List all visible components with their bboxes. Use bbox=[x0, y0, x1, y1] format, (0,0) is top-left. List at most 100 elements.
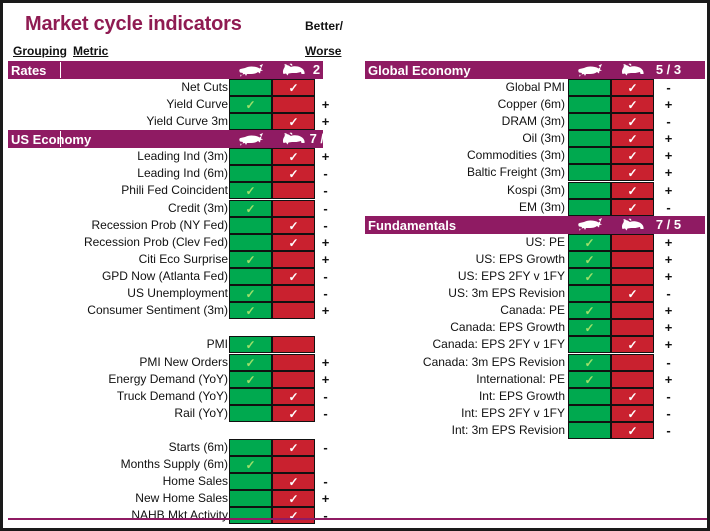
table-row[interactable]: PMI New Orders ✓ + bbox=[3, 354, 358, 371]
table-row[interactable]: Truck Demand (YoY) ✓ - bbox=[3, 388, 358, 405]
table-row[interactable]: Energy Demand (YoY) ✓ + bbox=[3, 371, 358, 388]
bull-cell[interactable] bbox=[229, 405, 272, 422]
bull-cell[interactable] bbox=[229, 439, 272, 456]
bull-cell[interactable] bbox=[568, 147, 611, 164]
delta-indicator: + bbox=[664, 269, 673, 284]
bull-cell[interactable] bbox=[568, 164, 611, 181]
bull-cell[interactable] bbox=[229, 79, 272, 96]
bull-cell[interactable] bbox=[229, 165, 272, 182]
table-row[interactable]: Yield Curve ✓ + bbox=[3, 96, 358, 113]
bull-cell[interactable] bbox=[568, 130, 611, 147]
bull-cell[interactable] bbox=[229, 268, 272, 285]
bear-cell[interactable]: ✓ bbox=[272, 79, 315, 96]
bull-cell[interactable]: ✓ bbox=[229, 354, 272, 371]
bull-cell[interactable] bbox=[568, 285, 611, 302]
bull-cell[interactable]: ✓ bbox=[568, 371, 611, 388]
metric-label: PMI bbox=[206, 337, 228, 351]
bear-cell[interactable] bbox=[272, 456, 315, 473]
table-row[interactable]: EM (3m) ✓ - bbox=[358, 199, 707, 216]
table-row[interactable]: Int: EPS 2FY v 1FY ✓ - bbox=[358, 405, 707, 422]
bull-cell[interactable]: ✓ bbox=[229, 336, 272, 353]
bull-cell[interactable] bbox=[229, 388, 272, 405]
bull-cell[interactable]: ✓ bbox=[229, 182, 272, 199]
table-row[interactable]: Global PMI ✓ - bbox=[358, 79, 707, 96]
bull-cell[interactable]: ✓ bbox=[568, 268, 611, 285]
bull-cell[interactable] bbox=[229, 113, 272, 130]
bull-cell[interactable]: ✓ bbox=[229, 456, 272, 473]
table-row[interactable]: NAHB Mkt Activity ✓ - bbox=[3, 507, 358, 524]
metric-label: New Home Sales bbox=[135, 491, 228, 505]
bull-cell[interactable] bbox=[568, 388, 611, 405]
bull-cell[interactable] bbox=[229, 490, 272, 507]
check-icon: ✓ bbox=[288, 491, 299, 506]
bull-cell[interactable] bbox=[568, 405, 611, 422]
table-row[interactable]: Consumer Sentiment (3m) ✓ + bbox=[3, 302, 358, 319]
table-row[interactable]: Kospi (3m) ✓ + bbox=[358, 182, 707, 199]
bull-cell[interactable]: ✓ bbox=[229, 200, 272, 217]
bull-cell[interactable]: ✓ bbox=[229, 251, 272, 268]
bull-cell[interactable]: ✓ bbox=[568, 302, 611, 319]
table-row[interactable]: Leading Ind (6m) ✓ - bbox=[3, 165, 358, 182]
table-row[interactable]: US: PE ✓ + bbox=[358, 234, 707, 251]
bull-cell[interactable]: ✓ bbox=[568, 251, 611, 268]
table-row[interactable]: Home Sales ✓ - bbox=[3, 473, 358, 490]
bull-cell[interactable] bbox=[568, 113, 611, 130]
bull-cell[interactable] bbox=[229, 217, 272, 234]
table-row[interactable]: Baltic Freight (3m) ✓ + bbox=[358, 164, 707, 181]
bull-cell[interactable] bbox=[568, 96, 611, 113]
table-row[interactable]: Leading Ind (3m) ✓ + bbox=[3, 148, 358, 165]
table-row[interactable]: PMI ✓ bbox=[3, 336, 358, 353]
table-row[interactable]: GPD Now (Atlanta Fed) ✓ - bbox=[3, 268, 358, 285]
market-cycle-indicators-panel: Market cycle indicators Better/ Worse Gr… bbox=[0, 0, 710, 531]
table-row[interactable]: New Home Sales ✓ + bbox=[3, 490, 358, 507]
table-row[interactable]: DRAM (3m) ✓ - bbox=[358, 113, 707, 130]
table-row[interactable]: Int: EPS Growth ✓ - bbox=[358, 388, 707, 405]
check-icon: ✓ bbox=[288, 166, 299, 181]
bull-cell[interactable]: ✓ bbox=[568, 319, 611, 336]
metric-label: Canada: 3m EPS Revision bbox=[422, 355, 565, 369]
table-row[interactable]: US: EPS 2FY v 1FY ✓ + bbox=[358, 268, 707, 285]
bull-cell[interactable] bbox=[568, 182, 611, 199]
table-row[interactable]: Recession Prob (NY Fed) ✓ - bbox=[3, 217, 358, 234]
bull-cell[interactable] bbox=[229, 507, 272, 524]
table-row[interactable]: Rail (YoY) ✓ - bbox=[3, 405, 358, 422]
column-header-metric: Metric bbox=[73, 44, 109, 58]
bull-cell[interactable] bbox=[229, 234, 272, 251]
bull-cell[interactable]: ✓ bbox=[229, 371, 272, 388]
table-row[interactable]: Yield Curve 3m ✓ + bbox=[3, 113, 358, 130]
table-row[interactable]: Citi Eco Surprise ✓ + bbox=[3, 251, 358, 268]
table-row[interactable]: Canada: EPS Growth ✓ + bbox=[358, 319, 707, 336]
table-row[interactable]: International: PE ✓ + bbox=[358, 371, 707, 388]
metric-label: Starts (6m) bbox=[168, 440, 228, 454]
table-row[interactable]: Credit (3m) ✓ - bbox=[3, 200, 358, 217]
bull-cell[interactable] bbox=[568, 336, 611, 353]
bull-cell[interactable]: ✓ bbox=[568, 354, 611, 371]
table-row[interactable]: Int: 3m EPS Revision ✓ - bbox=[358, 422, 707, 439]
bull-cell[interactable] bbox=[568, 422, 611, 439]
table-row[interactable]: US: EPS Growth ✓ + bbox=[358, 251, 707, 268]
table-row[interactable]: Canada: PE ✓ + bbox=[358, 302, 707, 319]
table-row[interactable]: Canada: EPS 2FY v 1FY ✓ + bbox=[358, 336, 707, 353]
bull-icon bbox=[229, 61, 272, 79]
table-row[interactable]: Phili Fed Coincident ✓ - bbox=[3, 182, 358, 199]
bull-cell[interactable] bbox=[229, 148, 272, 165]
table-row[interactable]: US: 3m EPS Revision ✓ - bbox=[358, 285, 707, 302]
table-row[interactable]: Recession Prob (Clev Fed) ✓ + bbox=[3, 234, 358, 251]
table-row[interactable]: US Unemployment ✓ - bbox=[3, 285, 358, 302]
bull-cell[interactable] bbox=[568, 199, 611, 216]
table-row[interactable]: Starts (6m) ✓ - bbox=[3, 439, 358, 456]
metric-label: Leading Ind (3m) bbox=[137, 149, 228, 163]
bull-cell[interactable]: ✓ bbox=[229, 96, 272, 113]
table-row[interactable]: Canada: 3m EPS Revision ✓ - bbox=[358, 354, 707, 371]
table-row[interactable]: Oil (3m) ✓ + bbox=[358, 130, 707, 147]
bull-cell[interactable] bbox=[229, 473, 272, 490]
table-row[interactable]: Copper (6m) ✓ + bbox=[358, 96, 707, 113]
bull-cell[interactable]: ✓ bbox=[229, 302, 272, 319]
table-row[interactable]: Net Cuts ✓ bbox=[3, 79, 358, 96]
bull-cell[interactable]: ✓ bbox=[229, 285, 272, 302]
bull-cell[interactable]: ✓ bbox=[568, 234, 611, 251]
bear-cell[interactable] bbox=[272, 336, 315, 353]
table-row[interactable]: Commodities (3m) ✓ + bbox=[358, 147, 707, 164]
bull-cell[interactable] bbox=[568, 79, 611, 96]
table-row[interactable]: Months Supply (6m) ✓ bbox=[3, 456, 358, 473]
